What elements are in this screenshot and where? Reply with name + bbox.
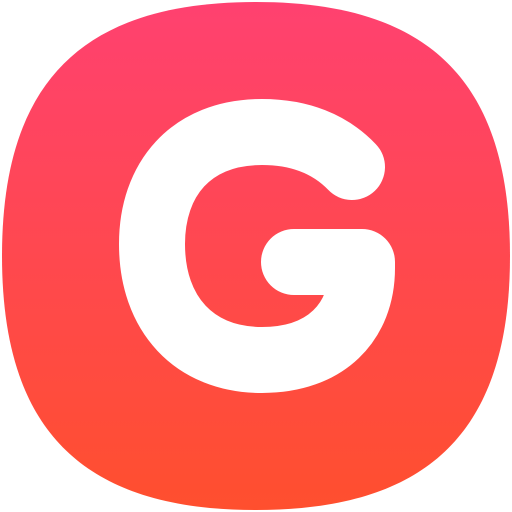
- squircle-background: [2, 2, 510, 510]
- g-logo-icon: [2, 2, 510, 510]
- app-icon-canvas: [0, 0, 512, 512]
